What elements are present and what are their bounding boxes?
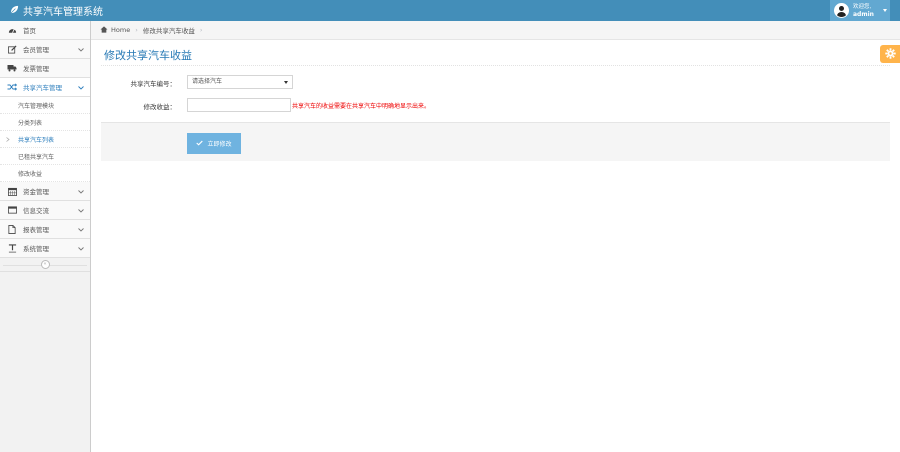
submenu-item-edit-income[interactable]: 修改收益: [0, 165, 90, 182]
sidebar-item-home[interactable]: 首页: [0, 21, 90, 40]
car-number-selected: 请选择汽车: [192, 78, 223, 85]
sidebar-item-invoices[interactable]: 发票管理: [0, 59, 90, 78]
settings-button[interactable]: [880, 45, 900, 63]
home-icon: [100, 25, 108, 35]
sidebar-item-label: 首页: [23, 27, 36, 35]
chevron-down-icon: [78, 207, 84, 215]
breadcrumb-separator: ›: [199, 26, 203, 34]
breadcrumb-home-link[interactable]: Home: [111, 26, 130, 34]
calendar-icon: [7, 186, 17, 196]
edit-icon: [7, 44, 17, 54]
income-hint: 共享汽车的收益需要在共享汽车中明确地显示出来。: [292, 103, 431, 110]
sidebar-item-funds[interactable]: 资金管理: [0, 182, 90, 201]
file-icon: [7, 224, 17, 234]
car-number-select[interactable]: 请选择汽车: [187, 75, 293, 89]
chevron-down-icon: [78, 226, 84, 234]
chevron-down-icon: [78, 188, 84, 196]
submenu-item-label: 修改收益: [18, 170, 43, 178]
dashboard-icon: [7, 25, 17, 35]
random-icon: [7, 82, 17, 92]
submenu-item-label: 分类列表: [18, 119, 43, 127]
breadcrumb-separator: ›: [135, 26, 138, 34]
caret-down-icon: [883, 9, 887, 12]
sidebar-item-car-management[interactable]: 共享汽车管理: [0, 78, 90, 97]
sidebar-collapse: «: [0, 258, 90, 272]
leaf-icon: [10, 5, 23, 17]
gear-icon: [884, 47, 896, 61]
sidebar-item-reports[interactable]: 报表管理: [0, 220, 90, 239]
angle-right-icon: [6, 137, 10, 144]
submit-button[interactable]: 立即修改: [187, 133, 241, 154]
submit-button-label: 立即修改: [207, 141, 232, 148]
window-icon: [7, 205, 17, 215]
sidebar-item-messages[interactable]: 信息交流: [0, 201, 90, 220]
top-navbar: 共享汽车管理系统 欢迎您, admin: [0, 0, 900, 21]
avatar: [834, 3, 849, 18]
submenu-item-category-list[interactable]: 分类列表: [0, 114, 90, 131]
chevron-down-icon: [78, 46, 84, 54]
submenu-item-label: 已租共享汽车: [18, 153, 55, 161]
income-label: 修改收益：: [143, 103, 177, 111]
submenu-item-car-list[interactable]: 共享汽车列表: [0, 131, 90, 148]
user-name: admin: [853, 10, 874, 18]
income-input[interactable]: [187, 98, 291, 112]
truck-icon: [7, 63, 17, 73]
breadcrumb-current: 修改共享汽车收益: [142, 27, 195, 35]
double-angle-left-icon[interactable]: «: [40, 260, 50, 269]
caret-down-icon: [284, 81, 288, 84]
chevron-down-icon: [78, 245, 84, 253]
check-icon: [196, 140, 207, 148]
page-title: 修改共享汽车收益: [104, 49, 192, 62]
sidebar-item-label: 信息交流: [23, 207, 49, 215]
sidebar: 首页 会员管理 发票管理 共享汽车管理 汽车管理模块 分类列表 共享汽车列表 已…: [0, 21, 91, 452]
breadcrumb: Home › 修改共享汽车收益 ›: [91, 21, 900, 40]
submenu-item-label: 共享汽车列表: [18, 136, 55, 144]
car-number-label: 共享汽车编号：: [130, 80, 177, 88]
sidebar-item-label: 发票管理: [23, 65, 49, 73]
text-width-icon: [7, 243, 17, 253]
chevron-down-icon: [78, 84, 84, 92]
sidebar-item-label: 系统管理: [23, 245, 49, 253]
submenu-item-rented-cars[interactable]: 已租共享汽车: [0, 148, 90, 165]
welcome-text: 欢迎您,: [853, 3, 872, 10]
sidebar-item-label: 会员管理: [23, 46, 49, 54]
sidebar-item-label: 报表管理: [23, 226, 49, 234]
user-menu[interactable]: 欢迎您, admin: [830, 0, 890, 21]
app-title: 共享汽车管理系统: [23, 7, 103, 18]
sidebar-item-members[interactable]: 会员管理: [0, 40, 90, 59]
user-info: 欢迎您, admin: [853, 4, 874, 18]
sidebar-item-label: 共享汽车管理: [23, 84, 62, 92]
sidebar-item-system[interactable]: 系统管理: [0, 239, 90, 258]
app-brand[interactable]: 共享汽车管理系统: [10, 4, 103, 18]
submenu-item-car-module[interactable]: 汽车管理模块: [0, 97, 90, 114]
submenu-item-label: 汽车管理模块: [18, 102, 55, 110]
title-divider: [101, 65, 890, 66]
sidebar-item-label: 资金管理: [23, 188, 49, 196]
form-actions: 立即修改: [101, 122, 890, 161]
car-management-submenu: 汽车管理模块 分类列表 共享汽车列表 已租共享汽车 修改收益: [0, 97, 90, 182]
